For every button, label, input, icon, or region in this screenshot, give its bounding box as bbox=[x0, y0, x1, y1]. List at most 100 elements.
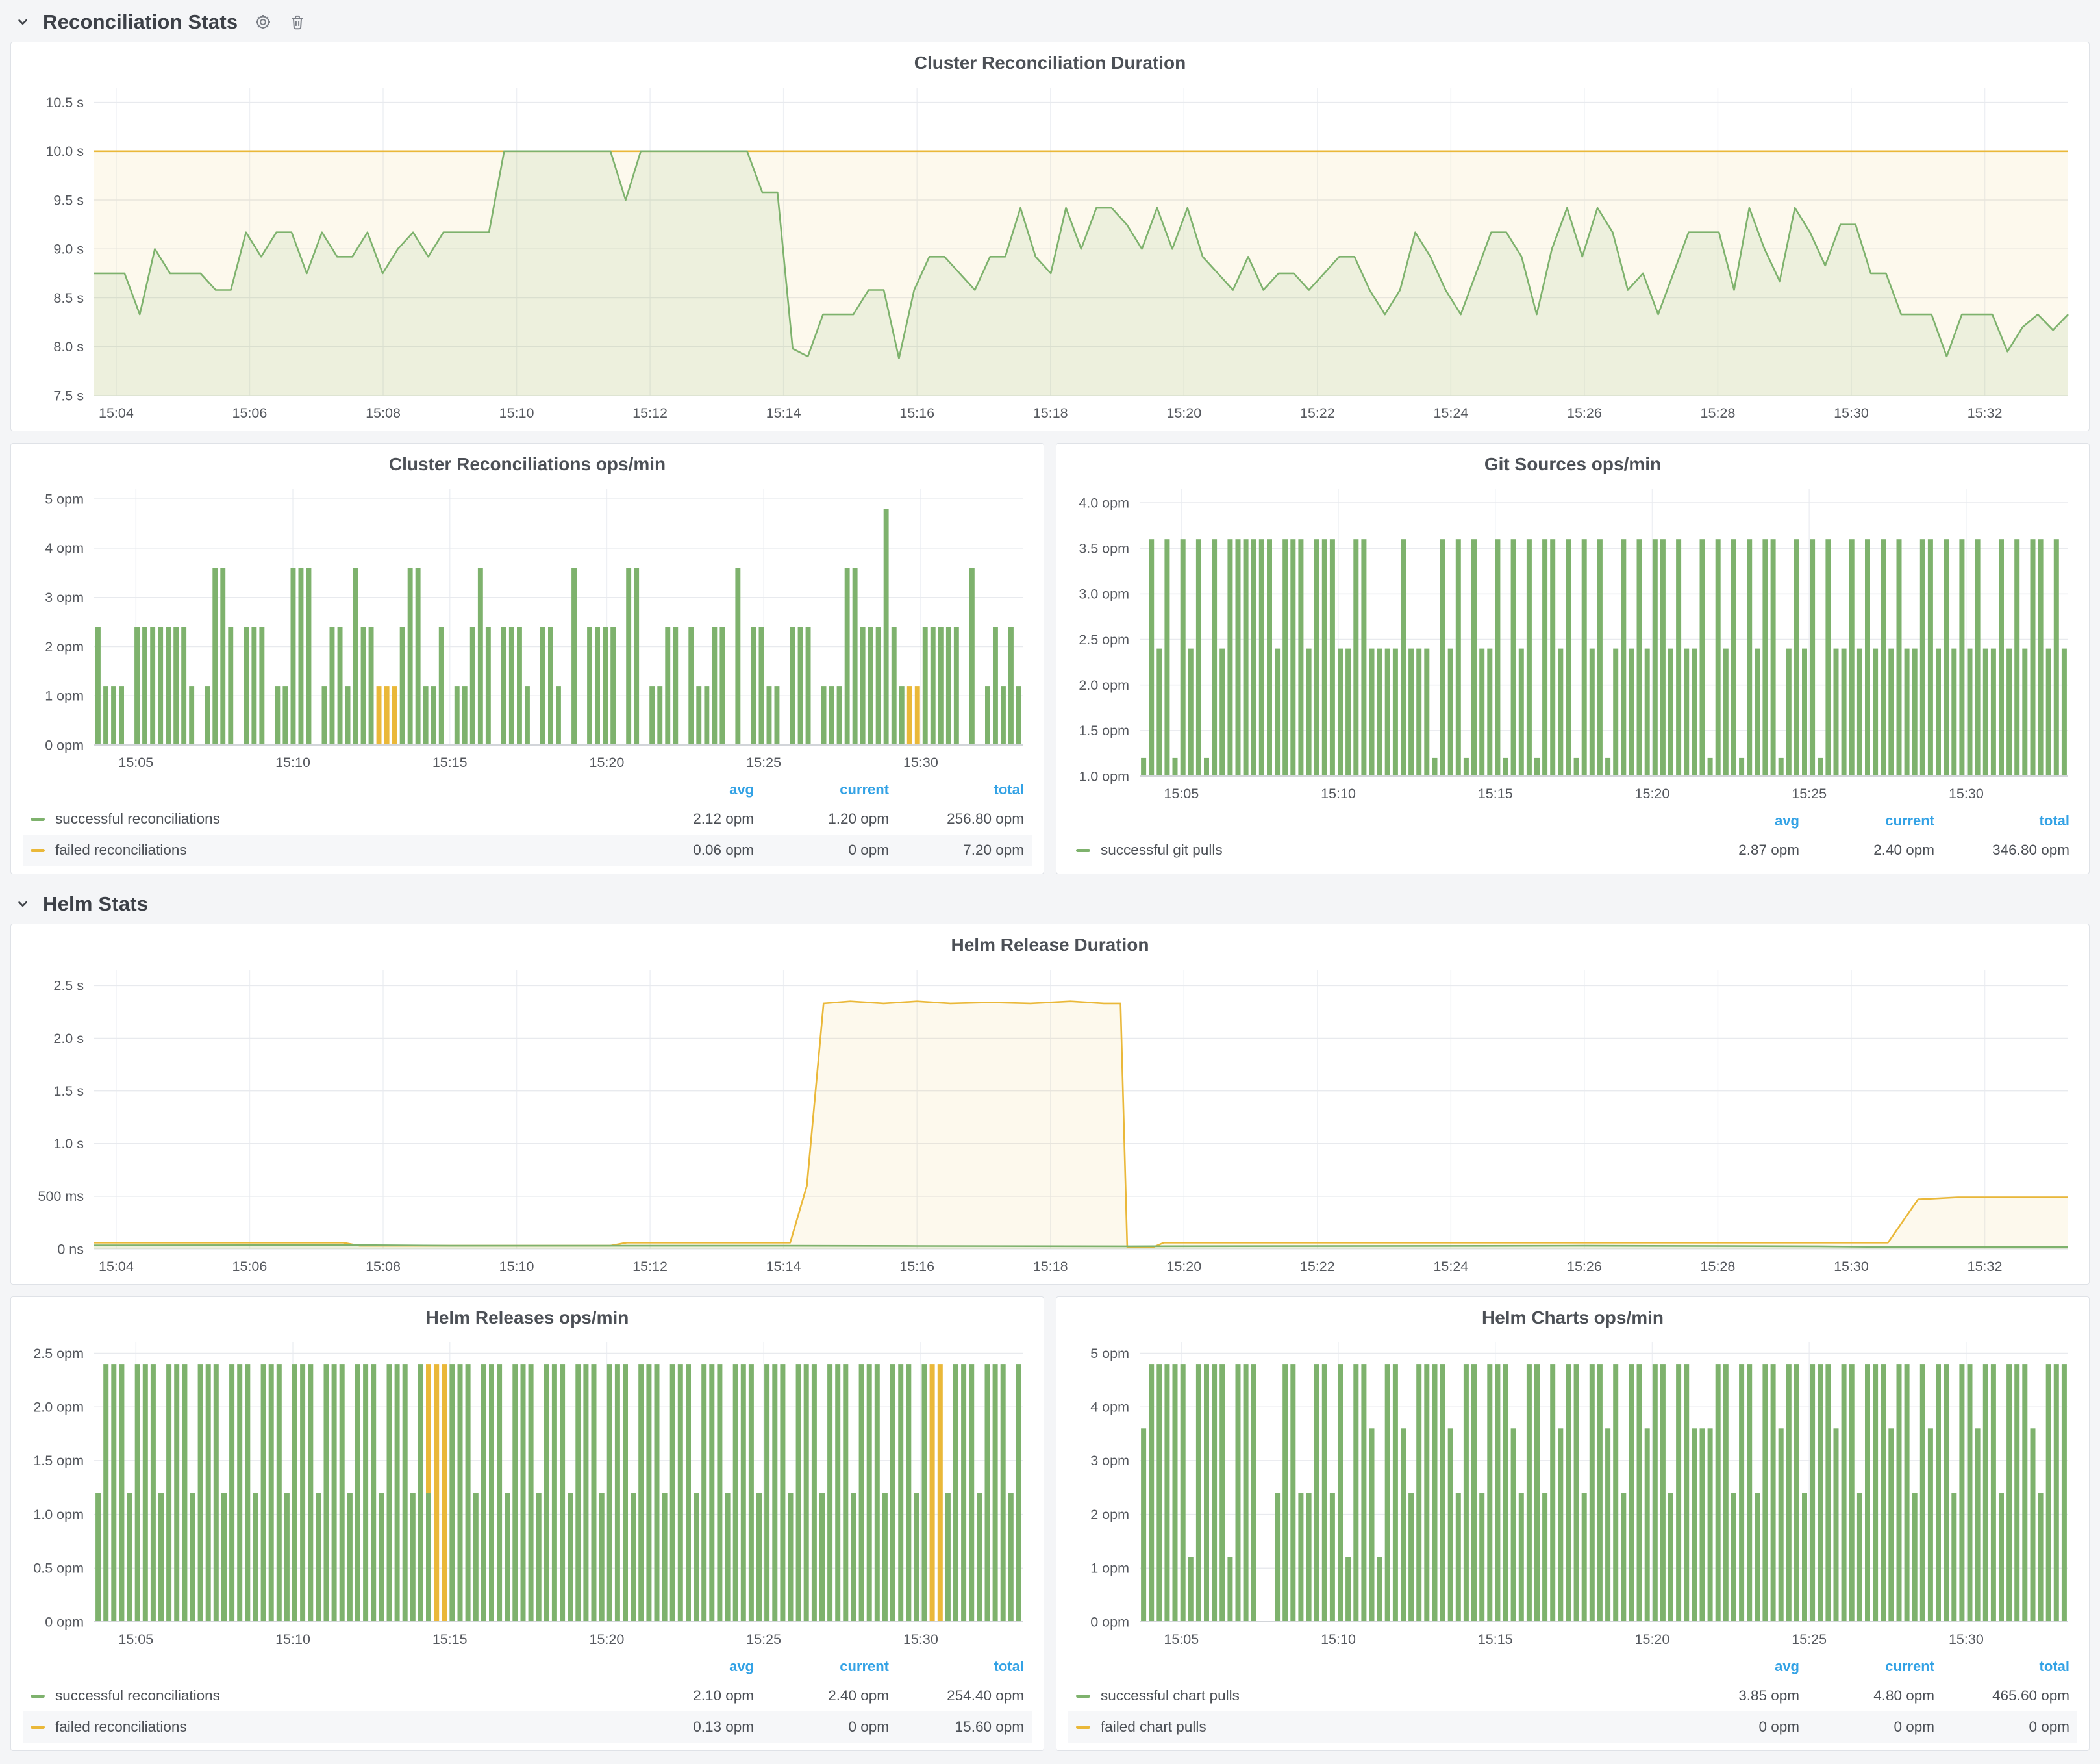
section-helm-stats[interactable]: Helm Stats bbox=[10, 885, 2090, 924]
bar-success bbox=[1779, 1428, 1784, 1622]
panel-title[interactable]: Helm Charts ops/min bbox=[1067, 1305, 2079, 1335]
legend-stat: 2.40 opm bbox=[1799, 842, 1934, 859]
bar-success bbox=[686, 1364, 691, 1622]
bar-success bbox=[2031, 1428, 2036, 1622]
bar-success bbox=[1290, 539, 1295, 776]
bar-success bbox=[1723, 649, 1729, 776]
time-series-plot[interactable]: 2.5 s2.0 s1.5 s1.0 s500 ms0 ns15:0415:06… bbox=[21, 962, 2079, 1279]
bar-success bbox=[733, 1364, 738, 1622]
panel-title[interactable]: Cluster Reconciliations ops/min bbox=[21, 451, 1033, 481]
bar-success bbox=[1968, 1364, 1973, 1622]
bar-success bbox=[1936, 1364, 1941, 1622]
section-title: Helm Stats bbox=[43, 892, 148, 916]
bar-success bbox=[821, 686, 827, 745]
bar-success bbox=[1849, 539, 1855, 776]
y-tick-label: 1.5 opm bbox=[1079, 723, 1129, 738]
legend: avgcurrenttotal successful git pulls2.87 … bbox=[1067, 806, 2079, 868]
chart-canvas[interactable]: 5 opm4 opm3 opm2 opm1 opm0 opm15:0515:10… bbox=[1067, 1335, 2079, 1652]
gear-icon[interactable] bbox=[253, 12, 273, 32]
legend-row[interactable]: successful chart pulls3.85 opm4.80 opm46… bbox=[1068, 1680, 2077, 1711]
legend-row[interactable]: failed reconciliations0.13 opm0 opm15.60… bbox=[23, 1711, 1032, 1743]
legend-row[interactable]: successful reconciliations2.10 opm2.40 o… bbox=[23, 1680, 1032, 1711]
bar-success bbox=[560, 1364, 565, 1622]
bar-success bbox=[1298, 539, 1303, 776]
bar-success bbox=[449, 1364, 455, 1622]
bar-failed bbox=[442, 1364, 447, 1622]
trash-icon[interactable] bbox=[288, 13, 306, 31]
legend-row[interactable]: successful git pulls2.87 opm2.40 opm346.… bbox=[1068, 835, 2077, 866]
bar-plot[interactable]: 4.0 opm3.5 opm3.0 opm2.5 opm2.0 opm1.5 o… bbox=[1067, 481, 2079, 806]
bar-success bbox=[1912, 1493, 1918, 1622]
bar-plot[interactable]: 5 opm4 opm3 opm2 opm1 opm0 opm15:0515:10… bbox=[21, 481, 1033, 775]
section-reconciliation-stats[interactable]: Reconciliation Stats bbox=[10, 3, 2090, 42]
legend-col-avg[interactable]: avg bbox=[619, 781, 754, 798]
bar-success bbox=[1542, 1493, 1547, 1622]
bar-success bbox=[119, 1364, 124, 1622]
legend-col-total[interactable]: total bbox=[1934, 813, 2069, 829]
panel-title[interactable]: Cluster Reconciliation Duration bbox=[21, 50, 2079, 80]
legend-col-avg[interactable]: avg bbox=[1664, 813, 1799, 829]
chart-canvas[interactable]: 4.0 opm3.5 opm3.0 opm2.5 opm2.0 opm1.5 o… bbox=[1067, 481, 2079, 806]
bar-success bbox=[1338, 649, 1343, 776]
bar-success bbox=[1597, 1364, 1603, 1622]
bar-success bbox=[665, 627, 670, 745]
chart-canvas[interactable]: 5 opm4 opm3 opm2 opm1 opm0 opm15:0515:10… bbox=[21, 481, 1033, 775]
bar-success bbox=[1660, 539, 1666, 776]
bar-success bbox=[812, 1364, 817, 1622]
bar-success bbox=[1306, 649, 1312, 776]
legend-row[interactable]: failed chart pulls0 opm0 opm0 opm bbox=[1068, 1711, 2077, 1743]
bar-success bbox=[1723, 1364, 1729, 1622]
panel-title[interactable]: Helm Release Duration bbox=[21, 932, 2079, 962]
legend-col-total[interactable]: total bbox=[889, 781, 1024, 798]
bar-success bbox=[1818, 1364, 1823, 1622]
bar-failed bbox=[392, 686, 397, 745]
bar-success bbox=[767, 686, 772, 745]
chevron-down-icon[interactable] bbox=[14, 14, 31, 31]
legend-col-current[interactable]: current bbox=[754, 781, 889, 798]
bar-success bbox=[1558, 1428, 1563, 1622]
bar-success bbox=[1448, 649, 1453, 776]
chart-canvas[interactable]: 2.5 opm2.0 opm1.5 opm1.0 opm0.5 opm0 opm… bbox=[21, 1335, 1033, 1652]
bar-success bbox=[1991, 649, 1996, 776]
legend-row[interactable]: successful reconciliations2.12 opm1.20 o… bbox=[23, 803, 1032, 835]
bar-success bbox=[1196, 1364, 1201, 1622]
bar-plot[interactable]: 2.5 opm2.0 opm1.5 opm1.0 opm0.5 opm0 opm… bbox=[21, 1335, 1033, 1652]
chart-canvas[interactable]: 10.5 s10.0 s9.5 s9.0 s8.5 s8.0 s7.5 s15:… bbox=[21, 80, 2079, 425]
chart-canvas[interactable]: 2.5 s2.0 s1.5 s1.0 s500 ms0 ns15:0415:06… bbox=[21, 962, 2079, 1279]
bar-success bbox=[1857, 1493, 1862, 1622]
legend-col-total[interactable]: total bbox=[1934, 1658, 2069, 1675]
bar-success bbox=[1416, 1364, 1421, 1622]
bar-success bbox=[1873, 1364, 1878, 1622]
legend-col-current[interactable]: current bbox=[754, 1658, 889, 1675]
legend-col-current[interactable]: current bbox=[1799, 813, 1934, 829]
panel-title[interactable]: Git Sources ops/min bbox=[1067, 451, 2079, 481]
bar-success bbox=[497, 1364, 502, 1622]
time-series-plot[interactable]: 10.5 s10.0 s9.5 s9.0 s8.5 s8.0 s7.5 s15:… bbox=[21, 80, 2079, 425]
bar-success bbox=[395, 1364, 400, 1622]
y-tick-label: 10.0 s bbox=[45, 144, 84, 159]
x-tick-label: 15:10 bbox=[275, 755, 310, 770]
bar-success bbox=[1590, 1364, 1595, 1622]
legend-col-total[interactable]: total bbox=[889, 1658, 1024, 1675]
bar-success bbox=[610, 627, 616, 745]
bar-success bbox=[416, 568, 421, 745]
bar-success bbox=[103, 1364, 108, 1622]
legend-col-avg[interactable]: avg bbox=[1664, 1658, 1799, 1675]
bar-success bbox=[1196, 539, 1201, 776]
bar-success bbox=[458, 1364, 463, 1622]
legend-row[interactable]: failed reconciliations0.06 opm0 opm7.20 … bbox=[23, 835, 1032, 866]
bar-success bbox=[1755, 649, 1760, 776]
bar-plot[interactable]: 5 opm4 opm3 opm2 opm1 opm0 opm15:0515:10… bbox=[1067, 1335, 2079, 1652]
legend-col-current[interactable]: current bbox=[1799, 1658, 1934, 1675]
chevron-down-icon[interactable] bbox=[14, 896, 31, 913]
y-tick-label: 1 opm bbox=[45, 688, 84, 704]
bar-success bbox=[1574, 758, 1579, 776]
panel-title[interactable]: Helm Releases ops/min bbox=[21, 1305, 1033, 1335]
legend-col-avg[interactable]: avg bbox=[619, 1658, 754, 1675]
bar-success bbox=[1944, 539, 1949, 776]
bar-success bbox=[719, 627, 725, 745]
y-tick-label: 9.0 s bbox=[53, 242, 84, 257]
bar-success bbox=[2062, 1364, 2067, 1622]
bar-success bbox=[306, 568, 312, 745]
legend-stat: 2.10 opm bbox=[619, 1687, 754, 1704]
